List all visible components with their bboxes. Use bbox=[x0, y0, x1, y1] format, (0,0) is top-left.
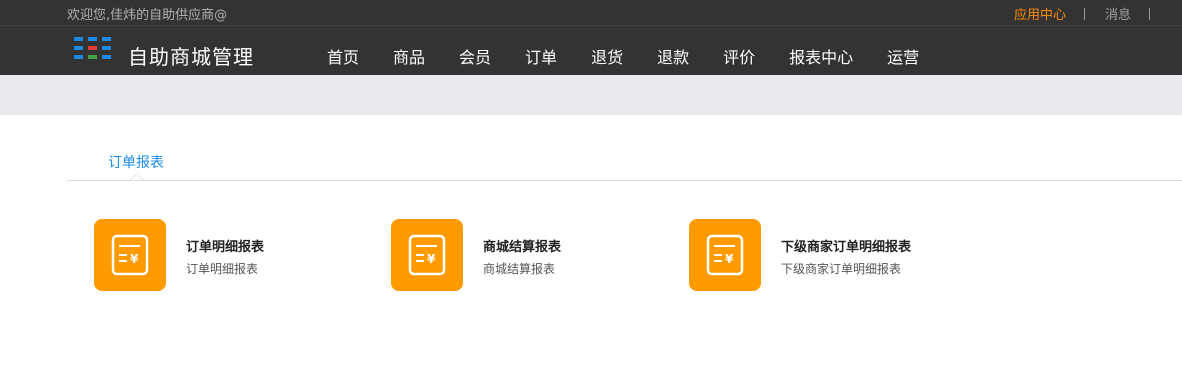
card-description: 下级商家订单明细报表 bbox=[781, 262, 902, 276]
receipt-icon: ¥ bbox=[689, 219, 761, 291]
top-links: 应用中心 消息 bbox=[1014, 4, 1170, 23]
logo-icon bbox=[74, 37, 114, 61]
nav-item-refunds[interactable]: 退款 bbox=[657, 44, 689, 68]
card-description: 订单明细报表 bbox=[186, 262, 259, 276]
nav-item-operations[interactable]: 运营 bbox=[887, 44, 919, 68]
header-divider bbox=[0, 25, 1182, 26]
receipt-icon: ¥ bbox=[94, 219, 166, 291]
welcome-text: 欢迎您,佳炜的自助供应商@ bbox=[67, 8, 228, 23]
tab-order-reports[interactable]: 订单报表 bbox=[108, 152, 164, 172]
card-description: 商城结算报表 bbox=[483, 262, 556, 276]
svg-text:¥: ¥ bbox=[130, 252, 139, 266]
card-title: 下级商家订单明细报表 bbox=[781, 240, 912, 255]
nav-item-home[interactable]: 首页 bbox=[327, 44, 359, 68]
card-title: 订单明细报表 bbox=[186, 240, 265, 255]
svg-text:¥: ¥ bbox=[725, 252, 734, 266]
report-card-mall-settlement[interactable]: ¥ 商城结算报表 商城结算报表 bbox=[391, 219, 651, 291]
nav-item-members[interactable]: 会员 bbox=[459, 44, 491, 68]
active-tab-indicator bbox=[130, 173, 144, 180]
main-nav: 首页 商品 会员 订单 退货 退款 评价 报表中心 运营 bbox=[310, 44, 936, 68]
sub-header-band bbox=[0, 75, 1182, 115]
divider bbox=[1083, 7, 1085, 20]
nav-item-reports[interactable]: 报表中心 bbox=[789, 44, 853, 68]
brand-title[interactable]: 自助商城管理 bbox=[128, 41, 254, 70]
top-header: 欢迎您,佳炜的自助供应商@ 应用中心 消息 自助商城管理 首页 商品 会员 订单… bbox=[0, 0, 1182, 75]
svg-text:¥: ¥ bbox=[427, 252, 436, 266]
messages-link[interactable]: 消息 bbox=[1105, 4, 1131, 23]
nav-item-products[interactable]: 商品 bbox=[393, 44, 425, 68]
card-title: 商城结算报表 bbox=[483, 240, 562, 255]
report-tabs: 订单报表 bbox=[67, 115, 1182, 181]
receipt-icon: ¥ bbox=[391, 219, 463, 291]
report-card-sub-merchant-order-detail[interactable]: ¥ 下级商家订单明细报表 下级商家订单明细报表 bbox=[689, 219, 989, 291]
nav-item-orders[interactable]: 订单 bbox=[525, 44, 557, 68]
nav-item-reviews[interactable]: 评价 bbox=[723, 44, 755, 68]
app-center-link[interactable]: 应用中心 bbox=[1014, 4, 1066, 23]
divider bbox=[1149, 7, 1150, 20]
report-card-order-detail[interactable]: ¥ 订单明细报表 订单明细报表 bbox=[94, 219, 354, 291]
nav-item-returns[interactable]: 退货 bbox=[591, 44, 623, 68]
